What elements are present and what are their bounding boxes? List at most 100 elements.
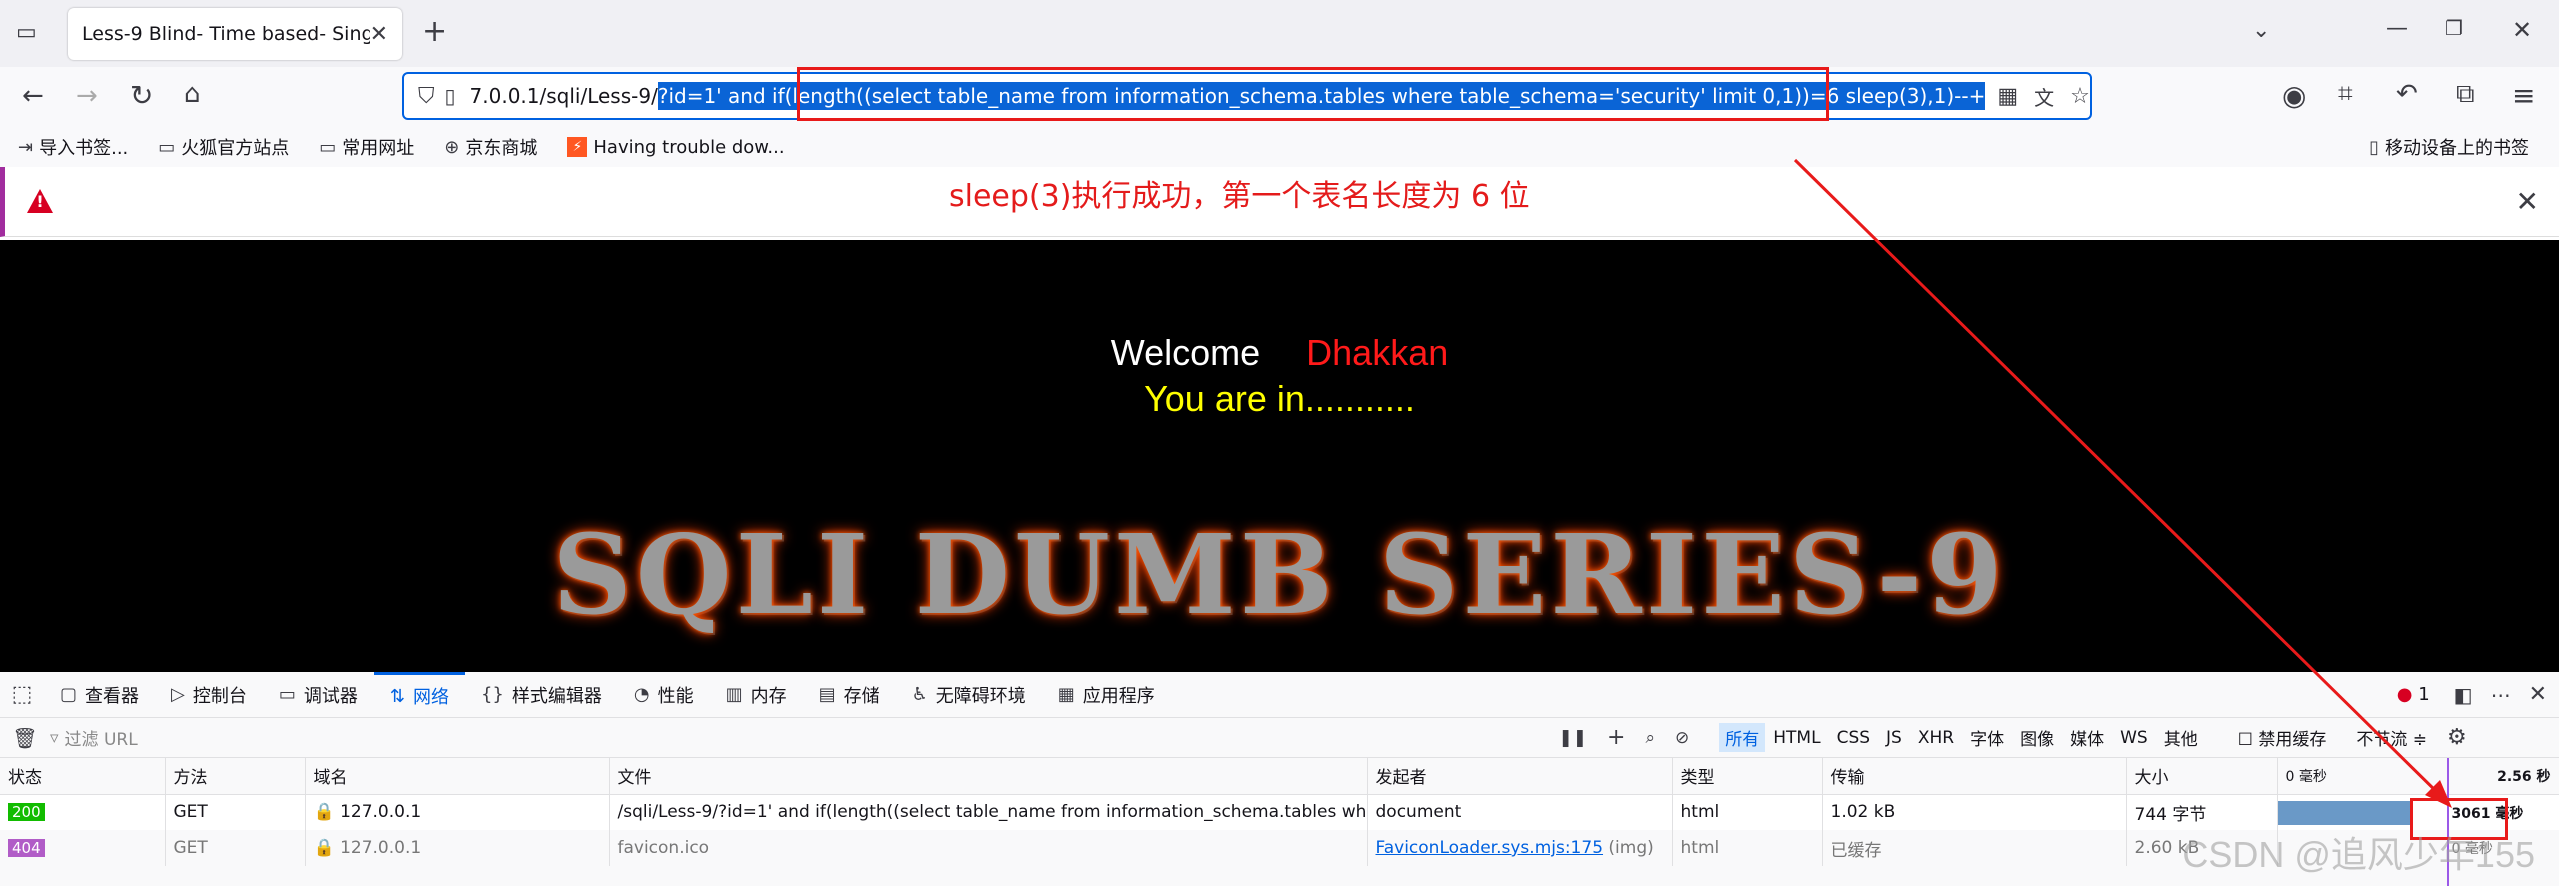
filter-media[interactable]: 媒体 <box>2070 725 2104 750</box>
tab-storage[interactable]: ▤ 存储 <box>803 672 896 718</box>
col-size[interactable]: 大小 <box>2126 758 2278 794</box>
close-tab-icon[interactable]: ✕ <box>370 22 388 47</box>
settings-icon[interactable]: ⚙ <box>2447 725 2467 750</box>
trash-icon[interactable]: 🗑 <box>0 726 50 750</box>
disable-cache-checkbox[interactable]: ☐ 禁用缓存 <box>2238 725 2327 750</box>
close-devtools-icon[interactable]: ✕ <box>2529 682 2547 707</box>
filter-xhr[interactable]: XHR <box>1918 728 1954 748</box>
undo-icon[interactable]: ↶ <box>2396 79 2418 109</box>
tab-style-editor[interactable]: {} 样式编辑器 <box>465 672 618 718</box>
col-domain[interactable]: 域名 <box>305 758 610 794</box>
bookmark-trouble[interactable]: ⚡ Having trouble dow... <box>567 137 785 158</box>
col-type[interactable]: 类型 <box>1672 758 1823 794</box>
filter-other[interactable]: 其他 <box>2164 725 2198 750</box>
welcome-text: Welcome <box>1110 332 1261 373</box>
home-icon[interactable]: ⌂ <box>184 79 201 109</box>
filter-js[interactable]: JS <box>1886 728 1902 748</box>
filter-css[interactable]: CSS <box>1837 728 1870 748</box>
tab-network[interactable]: ⇅ 网络 <box>373 671 465 718</box>
reload-icon[interactable]: ↻ <box>130 79 153 112</box>
tab-debugger[interactable]: ▭ 调试器 <box>263 672 374 718</box>
star-icon[interactable]: ☆ <box>2070 84 2090 109</box>
close-window-icon[interactable]: ✕ <box>2512 16 2532 44</box>
col-initiator[interactable]: 发起者 <box>1367 758 1673 794</box>
table-row[interactable]: 404 GET 🔒 127.0.0.1 favicon.ico FaviconL… <box>0 830 2559 866</box>
folder-icon: ▭ <box>319 136 337 158</box>
inspector-icon: ▢ <box>60 684 78 705</box>
alert-icon: ! <box>27 189 53 213</box>
network-filter-bar: 🗑 ▿ 过滤 URL ❚❚ + ⌕ ⊘ 所有 HTML CSS JS XHR 字… <box>0 718 2559 758</box>
forward-icon[interactable]: → <box>76 81 98 111</box>
debugger-icon: ▭ <box>278 684 296 705</box>
minimize-icon[interactable]: — <box>2386 16 2408 41</box>
tab-active[interactable]: Less-9 Blind- Time based- Single ✕ <box>68 8 402 60</box>
error-badge[interactable]: ● 1 <box>2397 684 2430 705</box>
dock-icon[interactable]: ◧ <box>2454 683 2473 707</box>
bookmark-import[interactable]: ⇥ 导入书签... <box>18 134 128 160</box>
col-file[interactable]: 文件 <box>609 758 1368 794</box>
table-row[interactable]: 200 GET 🔒 127.0.0.1 /sqli/Less-9/?id=1' … <box>0 794 2559 830</box>
search-icon[interactable]: ⌕ <box>1645 728 1655 748</box>
pause-icon[interactable]: ❚❚ <box>1559 728 1588 748</box>
tab-title: Less-9 Blind- Time based- Single <box>82 23 370 45</box>
tab-console[interactable]: ▷ 控制台 <box>155 672 263 718</box>
filter-icon: ▿ <box>50 727 59 748</box>
back-icon[interactable]: ← <box>22 81 44 111</box>
bookmark-mobile[interactable]: ▯ 移动设备上的书签 <box>2369 134 2529 160</box>
network-icon: ⇅ <box>389 685 405 707</box>
filter-images[interactable]: 图像 <box>2020 725 2054 750</box>
menu-icon[interactable]: ≡ <box>2512 79 2535 112</box>
shield-icon[interactable]: ⛉ <box>418 84 435 109</box>
initiator-link[interactable]: FaviconLoader.sys.mjs:175 <box>1376 838 1604 858</box>
performance-icon: ◔ <box>633 684 650 705</box>
qr-code-icon[interactable]: ▦ <box>1997 84 2018 109</box>
col-status[interactable]: 状态 <box>0 758 166 794</box>
braces-icon: {} <box>480 684 504 705</box>
folder-icon: ▭ <box>158 136 176 158</box>
lock-icon: 🔒 <box>313 802 335 823</box>
add-icon[interactable]: + <box>1607 725 1625 750</box>
pick-element-icon[interactable]: ⬚ <box>0 682 44 707</box>
filter-ws[interactable]: WS <box>2120 728 2148 748</box>
devtools-toolbar: ⬚ ▢ 查看器 ▷ 控制台 ▭ 调试器 ⇅ 网络 {} 样式编辑器 ◔ 性能 ▥ 内存 ▤ 存储… <box>0 671 2559 718</box>
col-timeline[interactable]: 0 毫秒 2.56 秒 <box>2277 758 2559 794</box>
close-notice-icon[interactable]: ✕ <box>2516 185 2539 218</box>
tab-list-icon[interactable]: ▭ <box>16 20 37 45</box>
tab-application[interactable]: ▦ 应用程序 <box>1042 672 1171 718</box>
bookmark-jd[interactable]: ⊕ 京东商城 <box>444 134 537 160</box>
tab-performance[interactable]: ◔ 性能 <box>618 672 710 718</box>
tab-accessibility[interactable]: ♿ 无障碍环境 <box>896 672 1042 718</box>
col-transfer[interactable]: 传输 <box>1822 758 2127 794</box>
accessibility-icon: ♿ <box>911 684 928 705</box>
watermark: CSDN @追风少年155 <box>2182 834 2535 875</box>
status-badge: 200 <box>8 803 45 822</box>
mobile-icon: ▯ <box>2369 136 2379 158</box>
extensions-icon[interactable]: ⧉ <box>2456 79 2475 110</box>
application-icon: ▦ <box>1057 684 1075 705</box>
filter-html[interactable]: HTML <box>1773 728 1820 748</box>
tab-inspector[interactable]: ▢ 查看器 <box>44 672 155 718</box>
bookmark-firefox[interactable]: ▭ 火狐官方站点 <box>158 134 289 160</box>
new-tab-icon[interactable]: + <box>422 14 447 49</box>
timeline-mark: 2.56 秒 <box>2497 768 2551 785</box>
tab-memory[interactable]: ▥ 内存 <box>710 672 803 718</box>
screenshot-icon[interactable]: ⌗ <box>2338 79 2353 110</box>
col-method[interactable]: 方法 <box>165 758 306 794</box>
translate-icon[interactable]: 文 <box>2034 82 2054 111</box>
annotation-text: sleep(3)执行成功，第一个表名长度为 6 位 <box>949 179 1530 214</box>
bookmark-common[interactable]: ▭ 常用网址 <box>319 134 414 160</box>
filter-all[interactable]: 所有 <box>1719 723 1766 752</box>
chevron-down-icon[interactable]: ⌄ <box>2252 18 2270 43</box>
filter-fonts[interactable]: 字体 <box>1970 725 2004 750</box>
account-icon[interactable]: ◉ <box>2282 79 2306 112</box>
throttle-select[interactable]: 不节流 ≑ <box>2356 725 2427 750</box>
restore-icon[interactable]: ❐ <box>2445 16 2463 40</box>
filter-url-input[interactable]: 过滤 URL <box>59 725 1559 750</box>
user-name: Dhakkan <box>1306 332 1449 373</box>
status-badge: 404 <box>8 839 45 857</box>
block-icon[interactable]: ⊘ <box>1675 728 1689 748</box>
import-icon: ⇥ <box>18 136 34 158</box>
bookmarks-bar: ⇥ 导入书签... ▭ 火狐官方站点 ▭ 常用网址 ⊕ 京东商城 ⚡ Having tro… <box>0 127 2559 167</box>
more-options-icon[interactable]: ⋯ <box>2491 683 2511 707</box>
page-icon[interactable]: ▯ <box>445 84 456 108</box>
